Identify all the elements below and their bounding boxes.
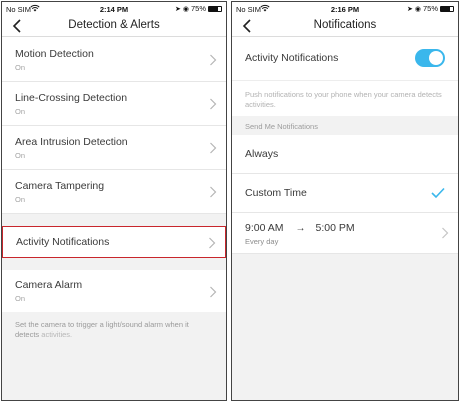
end-time: 5:00 PM (315, 222, 355, 234)
arrow-right-icon: → (295, 222, 306, 234)
chevron-right-icon (210, 54, 217, 66)
nav-bar: Notifications (232, 16, 458, 37)
chevron-right-icon (209, 237, 216, 249)
activity-notifications-toggle[interactable] (415, 49, 445, 67)
push-hint: Push notifications to your phone when yo… (232, 80, 458, 116)
status-right: ➤ ◉ 75% (175, 4, 222, 13)
item-status: On (15, 151, 26, 160)
item-label: Camera Tampering (15, 180, 105, 192)
section-gap (2, 214, 226, 226)
settings-list: Motion Detection On Line-Crossing Detect… (2, 38, 226, 400)
status-bar: No SIM 2:14 PM ➤ ◉ 75% (2, 2, 226, 16)
checkmark-icon (431, 187, 445, 199)
orientation-lock-icon: ◉ (182, 5, 189, 13)
item-label: Area Intrusion Detection (15, 136, 128, 148)
alarm-hint-accent: activities. (41, 330, 73, 339)
option-label: Custom Time (245, 187, 307, 199)
battery-icon (208, 5, 222, 12)
battery-percent: 75% (190, 4, 206, 13)
item-status: On (15, 294, 26, 303)
notifications-screen: No SIM 2:16 PM ➤ ◉ 75% Notifications Act… (231, 1, 459, 401)
status-bar: No SIM 2:16 PM ➤ ◉ 75% (232, 2, 458, 16)
item-label: Line-Crossing Detection (15, 92, 128, 104)
list-item[interactable]: Camera Tampering On (2, 170, 226, 214)
toggle-knob (429, 51, 443, 65)
chevron-right-icon (210, 286, 217, 298)
item-status: On (15, 195, 26, 204)
chevron-right-icon (442, 227, 449, 239)
chevron-right-icon (210, 98, 217, 110)
option-always[interactable]: Always (232, 135, 458, 174)
option-custom-time[interactable]: Custom Time (232, 174, 458, 213)
item-label: Activity Notifications (16, 236, 110, 248)
nav-bar: Detection & Alerts (2, 16, 226, 37)
list-item[interactable]: Line-Crossing Detection On (2, 82, 226, 126)
activity-notifications-item[interactable]: Activity Notifications (2, 226, 226, 258)
camera-alarm-item[interactable]: Camera Alarm On (2, 270, 226, 312)
section-gap (2, 258, 226, 270)
custom-time-range[interactable]: 9:00 AM → 5:00 PM Every day (232, 213, 458, 254)
repeat-label: Every day (245, 237, 279, 246)
list-item[interactable]: Area Intrusion Detection On (2, 126, 226, 170)
status-right: ➤ ◉ 75% (407, 4, 454, 13)
detection-alerts-screen: No SIM 2:14 PM ➤ ◉ 75% Detection & Alert… (1, 1, 227, 401)
chevron-right-icon (210, 142, 217, 154)
notification-settings: Activity Notifications Push notification… (232, 38, 458, 400)
item-status: On (15, 63, 26, 72)
list-item[interactable]: Motion Detection On (2, 38, 226, 82)
start-time: 9:00 AM (245, 222, 284, 234)
time-range: 9:00 AM → 5:00 PM (245, 222, 458, 234)
item-label: Camera Alarm (15, 279, 83, 291)
section-header: Send Me Notifications (232, 116, 458, 135)
activity-notifications-row: Activity Notifications (232, 38, 458, 80)
battery-percent: 75% (422, 4, 438, 13)
orientation-lock-icon: ◉ (414, 5, 421, 13)
battery-icon (440, 5, 454, 12)
item-status: On (15, 107, 26, 116)
alarm-hint: Set the camera to trigger a light/sound … (2, 312, 226, 340)
location-icon: ➤ (407, 5, 413, 13)
location-icon: ➤ (175, 5, 181, 13)
page-title: Detection & Alerts (68, 19, 160, 31)
page-title: Notifications (313, 19, 377, 31)
chevron-right-icon (210, 186, 217, 198)
option-label: Always (245, 148, 279, 160)
item-label: Motion Detection (15, 48, 94, 60)
